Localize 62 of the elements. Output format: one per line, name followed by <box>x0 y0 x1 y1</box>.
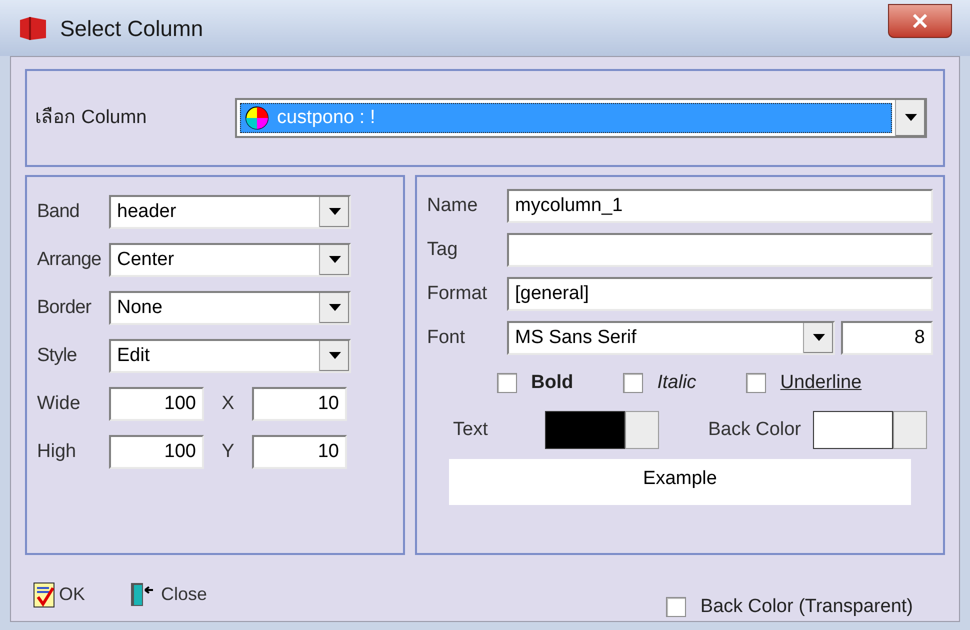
dropdown-field[interactable]: Center <box>109 242 351 277</box>
input-field[interactable] <box>507 232 933 267</box>
folder-icon <box>18 16 48 40</box>
input-field[interactable]: mycolumn_1 <box>507 188 933 223</box>
field-label: Y <box>220 440 236 464</box>
dropdown-field[interactable]: header <box>109 194 351 229</box>
input-field[interactable]: [general] <box>507 276 933 311</box>
checkbox[interactable] <box>623 373 644 394</box>
caret-icon <box>328 256 340 264</box>
example-preview: Example <box>449 459 911 506</box>
dropdown-arrow-button[interactable] <box>319 244 349 275</box>
checkbox[interactable] <box>497 373 517 394</box>
field-label: Tag <box>427 238 459 262</box>
checkbox[interactable] <box>666 596 686 617</box>
number-field[interactable]: 100 <box>109 386 204 421</box>
close-button[interactable] <box>888 4 952 38</box>
caret-icon <box>328 352 340 360</box>
close-icon <box>912 14 928 28</box>
ok-button[interactable]: OK <box>33 581 86 608</box>
column-value: custpono : ! <box>277 106 376 130</box>
colorwheel-icon <box>245 106 269 130</box>
color-swatch[interactable] <box>813 411 893 450</box>
dropdown-arrow-button[interactable] <box>319 340 349 371</box>
field-label: High <box>37 440 78 464</box>
font-dropdown[interactable]: MS Sans Serif <box>507 320 835 355</box>
field-label: Band <box>37 200 80 224</box>
dropdown-field[interactable]: None <box>109 290 351 325</box>
field-label: X <box>220 392 236 416</box>
field-label: Font <box>427 326 466 350</box>
checkbox-label: Back Color (Transparent) <box>700 594 913 618</box>
dropdown-arrow-button[interactable] <box>803 322 833 353</box>
checkbox-label: Underline <box>780 370 862 395</box>
checkbox[interactable] <box>746 373 766 394</box>
caret-icon <box>904 114 916 122</box>
caret-icon <box>812 334 824 342</box>
field-label: Border <box>37 296 92 320</box>
dropdown-arrow-button[interactable] <box>895 100 925 136</box>
number-field[interactable]: 10 <box>252 434 347 469</box>
color-picker-button[interactable] <box>625 411 659 450</box>
field-label: Style <box>37 344 78 368</box>
number-field[interactable]: 100 <box>109 434 204 469</box>
window-title: Select Column <box>60 14 204 42</box>
close-button[interactable]: Close <box>129 581 208 608</box>
checklist-icon <box>33 582 57 608</box>
column-label: เลือก Column <box>35 106 148 130</box>
caret-icon <box>328 304 340 312</box>
color-swatch[interactable] <box>545 411 625 450</box>
caret-icon <box>328 208 340 216</box>
checkbox-label: Italic <box>657 370 696 395</box>
dropdown-arrow-button[interactable] <box>319 292 349 323</box>
color-picker-button[interactable] <box>893 411 927 450</box>
size-field[interactable]: 8 <box>841 320 933 355</box>
number-field[interactable]: 10 <box>252 386 347 421</box>
dropdown-field[interactable]: Edit <box>109 338 351 373</box>
color-label: Text <box>453 418 489 442</box>
field-label: Name <box>427 194 479 218</box>
field-label: Format <box>427 282 488 306</box>
field-label: Arrange <box>37 248 102 272</box>
checkbox-label: Bold <box>531 370 574 395</box>
field-label: Wide <box>37 392 82 416</box>
dropdown-arrow-button[interactable] <box>319 196 349 227</box>
color-label: Back Color <box>708 418 801 442</box>
